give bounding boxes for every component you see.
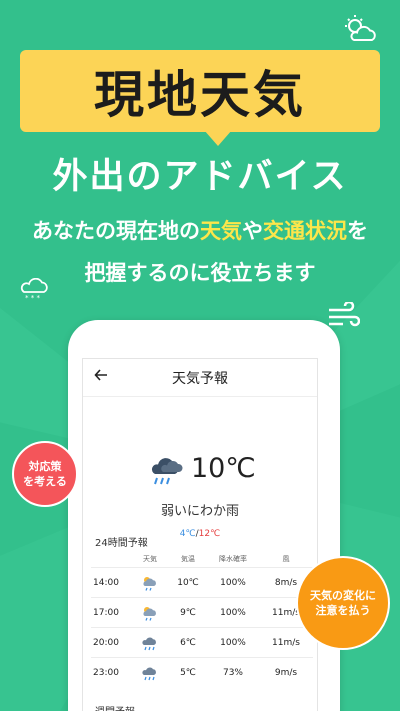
hour-precipitation: 73% xyxy=(222,667,243,678)
hourly-row: 17:00 9℃ 100% 11m/s xyxy=(91,597,313,627)
countermeasure-badge: 対応策 を考える xyxy=(12,441,78,507)
hour-weather-icon-cell xyxy=(131,575,169,591)
weekly-section-title: 週間予報 xyxy=(95,703,135,711)
svg-text:* * *: * * * xyxy=(25,294,40,302)
current-condition: 弱いにわか雨 xyxy=(160,504,239,519)
current-weather: 10℃ 弱いにわか雨 4℃/12℃ xyxy=(83,397,317,557)
app-header: 天気予報 xyxy=(83,359,317,397)
hour-time: 17:00 xyxy=(93,607,119,618)
partly-cloudy-rain-icon xyxy=(143,576,156,591)
header-temperature: 気温 xyxy=(181,555,195,563)
hourly-forecast-table: 天気 気温 降水確率 風 14:00 10℃ 100% 8m/s 17:00 9… xyxy=(91,551,313,687)
hour-precipitation: 100% xyxy=(220,607,246,618)
promo-description-line-1: あなたの現在地の天気や交通状況を xyxy=(0,215,400,245)
phone-screen: 天気予報 10℃ 弱いにわか雨 4℃/12℃ 24時間予報 天気 気温 降水確率… xyxy=(82,358,318,711)
hour-wind: 11m/s xyxy=(272,637,300,648)
promo-subtitle: 外出のアドバイス xyxy=(52,157,348,197)
arrow-left-icon xyxy=(94,369,107,381)
hourly-row: 23:00 5℃ 73% 9m/s xyxy=(91,657,313,687)
hour-weather-icon-cell xyxy=(131,605,169,621)
hour-precipitation: 100% xyxy=(220,577,246,588)
partly-cloudy-rain-icon xyxy=(143,606,156,621)
high-temperature: 12℃ xyxy=(198,529,221,539)
cloud-rain-icon xyxy=(151,458,183,485)
promo-description-line-2: 把握するのに役立ちます xyxy=(84,261,316,285)
hourly-section-title: 24時間予報 xyxy=(95,538,148,549)
desc-highlight: 交通状況 xyxy=(263,219,347,243)
hour-temperature: 10℃ xyxy=(177,577,199,588)
cloud-rain-icon xyxy=(142,637,156,650)
title-banner: 現地天気 xyxy=(20,50,380,146)
desc-text: あなたの現在地の xyxy=(32,219,200,243)
badge-text: 対応策 xyxy=(28,460,62,473)
badge-text: 天気の変化に xyxy=(310,589,376,602)
hourly-row: 14:00 10℃ 100% 8m/s xyxy=(91,567,313,597)
header-wind: 風 xyxy=(282,555,290,563)
hour-temperature: 5℃ xyxy=(180,667,196,678)
weather-change-badge: 天気の変化に 注意を払う xyxy=(296,556,390,650)
wind-icon xyxy=(329,302,360,327)
hour-weather-icon-cell xyxy=(131,635,169,651)
header-precipitation: 降水確率 xyxy=(219,555,247,563)
back-button[interactable] xyxy=(91,367,111,387)
desc-text: や xyxy=(242,219,263,243)
hour-time: 20:00 xyxy=(93,637,119,648)
hour-time: 14:00 xyxy=(93,577,119,588)
badge-text: 注意を払う xyxy=(315,604,371,617)
hour-temperature: 9℃ xyxy=(180,607,196,618)
low-temperature: 4℃ xyxy=(179,529,196,539)
app-title: 天気予報 xyxy=(172,370,228,387)
sun-cloud-icon xyxy=(345,15,376,41)
header-weather: 天気 xyxy=(143,555,157,563)
desc-text: を xyxy=(347,219,368,243)
hour-weather-icon-cell xyxy=(131,665,169,681)
hourly-row: 20:00 6℃ 100% 11m/s xyxy=(91,627,313,657)
hourly-header-row: 天気 気温 降水確率 風 xyxy=(91,551,313,567)
hour-precipitation: 100% xyxy=(220,637,246,648)
desc-highlight: 天気 xyxy=(200,219,242,243)
current-temperature: 10℃ xyxy=(191,453,256,484)
badge-text: を考える xyxy=(23,475,67,488)
banner-title: 現地天気 xyxy=(94,66,306,124)
hour-temperature: 6℃ xyxy=(180,637,196,648)
hour-wind: 9m/s xyxy=(274,667,298,678)
hour-time: 23:00 xyxy=(93,667,119,678)
cloud-rain-icon xyxy=(142,667,156,680)
